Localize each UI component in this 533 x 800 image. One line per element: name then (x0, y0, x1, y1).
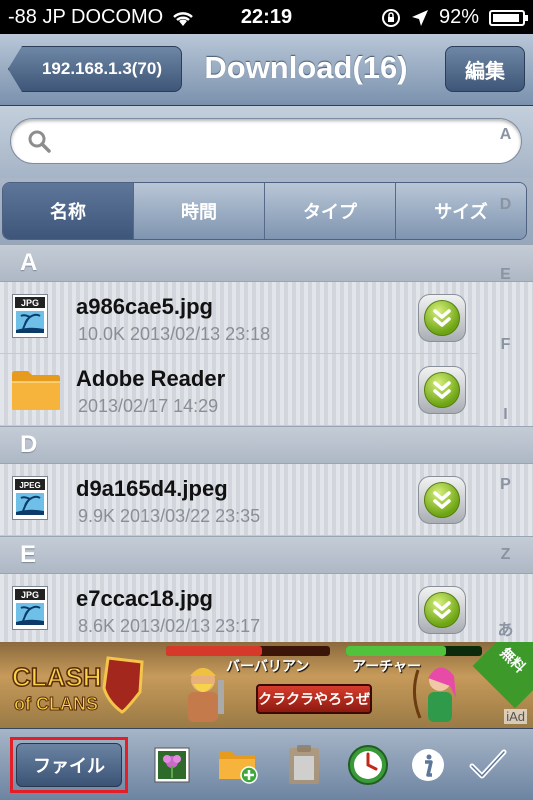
battery-percent: 92% (438, 6, 479, 28)
chevron-down-icon (433, 491, 451, 509)
file-name: d9a165d4.jpeg (76, 476, 228, 501)
index-item[interactable]: F (478, 336, 533, 354)
download-button[interactable] (418, 294, 466, 342)
sort-tab-time[interactable]: 時間 (134, 183, 265, 239)
status-right: 92% (381, 6, 528, 29)
section-header: E (0, 536, 533, 574)
download-button[interactable] (418, 366, 466, 414)
list-item[interactable]: Adobe Reader 2013/02/17 14:29 (0, 354, 478, 426)
bottom-toolbar: ファイル (0, 728, 533, 800)
file-meta: 8.6K 2013/02/13 23:17 (78, 616, 261, 636)
iad-label: iAd (504, 709, 527, 724)
file-name: a986cae5.jpg (76, 294, 213, 319)
ad-banner[interactable]: CLASH of CLANS バーバリアン アーチャー クラクラやろうぜ 無料 … (0, 642, 533, 728)
list-item[interactable]: JPG e7ccac18.jpg 8.6K 2013/02/13 23:17 (0, 574, 478, 642)
archer-health-bar (346, 646, 482, 656)
file-button-highlight: ファイル (10, 737, 128, 793)
sort-segmented-control: 名称 時間 タイプ サイズ (2, 182, 527, 240)
search-area (0, 106, 533, 178)
index-item[interactable]: A (478, 126, 533, 144)
file-button[interactable]: ファイル (16, 743, 122, 787)
jpg-file-icon: JPG (12, 294, 48, 338)
section-header: A (0, 244, 533, 282)
folder-icon (12, 371, 60, 410)
index-item[interactable]: あ (478, 616, 533, 640)
download-button[interactable] (418, 586, 466, 634)
info-icon[interactable] (406, 743, 450, 787)
jpg-file-icon: JPG (12, 586, 48, 630)
file-meta: 9.9K 2013/03/22 23:35 (78, 506, 261, 526)
sort-tab-type[interactable]: タイプ (265, 183, 396, 239)
list-item[interactable]: JPG a986cae5.jpg 10.0K 2013/02/13 23:18 (0, 282, 478, 354)
index-item[interactable]: E (478, 266, 533, 284)
index-item[interactable]: P (478, 476, 533, 494)
ad-logo-line2: of CLANS (14, 694, 98, 714)
ad-logo-line1: CLASH (12, 662, 102, 692)
status-bar: -88 JP DOCOMO 22:19 92% (0, 0, 533, 34)
section-header: D (0, 426, 533, 464)
ad-barbarian-label: バーバリアン (226, 658, 310, 674)
location-icon (411, 9, 428, 26)
clock-icon[interactable] (346, 743, 390, 787)
chevron-down-icon (433, 381, 451, 399)
chevron-down-icon (433, 601, 451, 619)
file-name: e7ccac18.jpg (76, 586, 213, 611)
index-item[interactable]: I (478, 406, 533, 424)
edit-button[interactable]: 編集 (445, 46, 525, 92)
ad-archer-label: アーチャー (352, 658, 422, 674)
page-title: Download(16) (204, 50, 408, 85)
index-item[interactable]: D (478, 196, 533, 214)
section-index-bar[interactable]: A D E F I P Z あ (478, 106, 533, 642)
search-input[interactable] (63, 127, 483, 157)
clash-of-clans-logo: CLASH of CLANS (11, 656, 144, 715)
folder-meta: 2013/02/17 14:29 (78, 396, 219, 416)
paste-icon[interactable] (282, 743, 326, 787)
barbarian-health-bar (166, 646, 330, 656)
battery-icon (489, 9, 528, 26)
file-type-badge: JPG (21, 590, 39, 600)
file-meta: 10.0K 2013/02/13 23:18 (78, 324, 271, 344)
chevron-down-icon (433, 309, 451, 327)
jpeg-file-icon: JPEG (12, 476, 48, 520)
download-button[interactable] (418, 476, 466, 524)
checkmark-icon[interactable] (466, 743, 510, 787)
index-item[interactable]: Z (478, 546, 533, 564)
navigation-bar: 192.168.1.3(70) Download(16) 編集 (0, 34, 533, 106)
file-list[interactable]: A JPG a986cae5.jpg 10.0K 2013/02/13 23:1… (0, 244, 533, 642)
search-icon (28, 130, 51, 153)
file-type-badge: JPG (21, 298, 39, 308)
back-button[interactable]: 192.168.1.3(70) (8, 46, 182, 92)
sort-tab-name[interactable]: 名称 (3, 183, 134, 239)
list-item[interactable]: JPEG d9a165d4.jpeg 9.9K 2013/03/22 23:35 (0, 464, 478, 536)
ad-cta-button[interactable]: クラクラやろうぜ (256, 684, 372, 714)
photo-library-icon[interactable] (150, 743, 194, 787)
new-folder-icon[interactable] (216, 743, 260, 787)
sort-area: 名称 時間 タイプ サイズ (0, 178, 533, 244)
rotation-lock-icon (381, 8, 400, 27)
folder-name: Adobe Reader (76, 366, 226, 391)
search-box[interactable] (10, 118, 522, 164)
file-type-badge: JPEG (19, 481, 40, 490)
